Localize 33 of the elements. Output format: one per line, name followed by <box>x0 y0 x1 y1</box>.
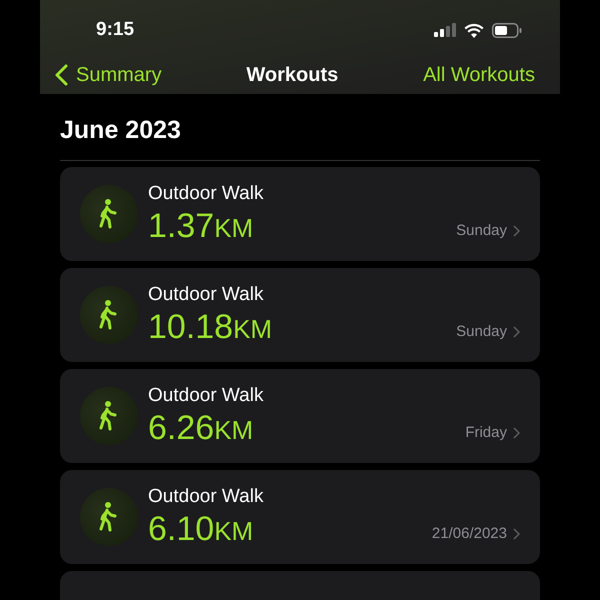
workout-name: Outdoor Walk <box>148 484 264 508</box>
distance-unit: KM <box>214 414 254 446</box>
distance-value: 10.18 <box>148 306 234 346</box>
wifi-icon <box>464 22 484 38</box>
distance-value: 6.10 <box>148 508 214 548</box>
distance-unit: KM <box>214 212 254 244</box>
battery-icon <box>492 22 522 38</box>
workout-card[interactable]: Outdoor Walk 6.26KM Friday <box>60 368 540 462</box>
distance-value: 1.37 <box>148 206 214 246</box>
workout-name: Outdoor Walk <box>148 182 264 206</box>
workout-date: Sunday <box>456 322 507 342</box>
distance-unit: KM <box>233 312 272 346</box>
workout-date: Friday <box>465 423 507 443</box>
all-workouts-link[interactable]: All Workouts <box>423 60 535 90</box>
section-title: June 2023 <box>60 94 540 160</box>
chevron-right-icon <box>513 326 520 338</box>
workout-date: Sunday <box>456 221 507 241</box>
status-time: 9:15 <box>96 18 134 42</box>
back-chevron-icon <box>55 64 68 86</box>
workout-card[interactable]: Outdoor Walk 6.10KM 21/06/2023 <box>60 470 540 564</box>
distance-unit: KM <box>214 514 254 548</box>
back-button[interactable]: Summary <box>55 60 162 90</box>
workout-name: Outdoor Walk <box>148 282 264 306</box>
workout-card[interactable]: Outdoor Walk 1.37KM Sunday <box>60 166 540 260</box>
chevron-right-icon <box>513 427 520 440</box>
distance-value: 6.26 <box>148 408 214 448</box>
signal-icon <box>434 23 456 37</box>
workout-card[interactable]: Outdoor Walk 10.18KM Sunday <box>60 268 540 362</box>
workout-name: Outdoor Walk <box>148 384 264 408</box>
nav-title: Workouts <box>246 63 338 88</box>
chevron-right-icon <box>513 528 520 540</box>
workout-date: 21/06/2023 <box>432 524 507 544</box>
chevron-right-icon <box>513 225 520 238</box>
